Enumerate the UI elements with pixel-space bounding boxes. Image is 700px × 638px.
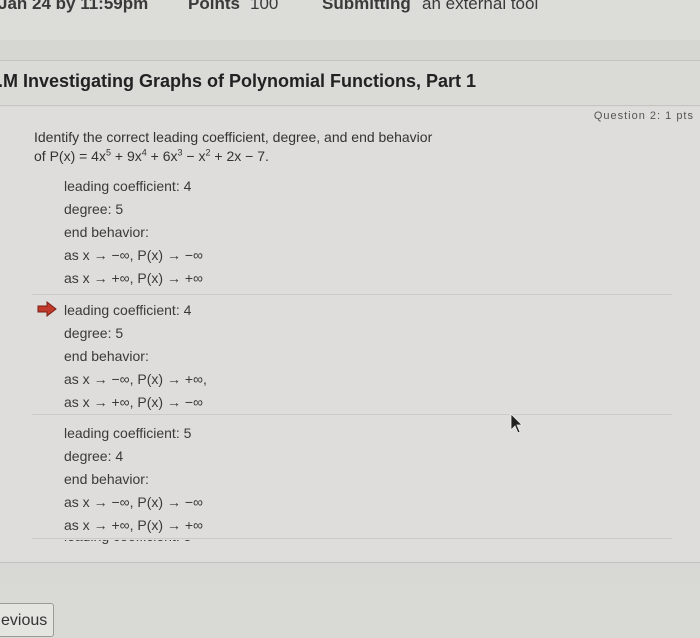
page-title: .M Investigating Graphs of Polynomial Fu…: [0, 71, 477, 91]
option-degree: degree: 5: [64, 325, 124, 341]
footer-band: [0, 562, 700, 591]
option-end-label: end behavior:: [64, 348, 149, 364]
option-degree: degree: 4: [64, 448, 124, 464]
due-date: Jan 24 by 11:59pm: [0, 0, 149, 13]
option-divider: [32, 294, 672, 295]
question-text: Identify the correct leading coefficient…: [34, 128, 494, 166]
option-end-label: end behavior:: [64, 224, 149, 240]
option-behavior-1: as x → −∞, P(x) → +∞,: [64, 371, 207, 387]
points-label: Points: [188, 0, 240, 13]
header-separator: [0, 40, 700, 60]
option-leading: leading coefficient: 4: [64, 302, 192, 318]
answer-option-2[interactable]: leading coefficient: 4 degree: 5 end beh…: [64, 299, 207, 414]
selected-answer-arrow-icon: [37, 301, 57, 317]
option-behavior-1: as x → −∞, P(x) → −∞: [64, 247, 203, 263]
previous-button[interactable]: evious: [0, 603, 54, 637]
assignment-header: Jan 24 by 11:59pm Points 100 Submitting …: [0, 0, 700, 41]
answer-option-4-partial[interactable]: leading coefficient: 5: [64, 540, 191, 551]
answer-option-1[interactable]: leading coefficient: 4 degree: 5 end beh…: [64, 175, 203, 290]
points-value: 100: [250, 0, 279, 13]
option-divider: [32, 414, 672, 415]
option-leading: leading coefficient: 4: [64, 178, 192, 194]
option-divider: [32, 538, 672, 539]
option-leading: leading coefficient: 5: [64, 540, 191, 548]
option-leading: leading coefficient: 5: [64, 425, 192, 441]
answer-option-3[interactable]: leading coefficient: 5 degree: 4 end beh…: [64, 422, 203, 537]
submitting-label: Submitting: [322, 0, 411, 13]
option-behavior-1: as x → −∞, P(x) → −∞: [64, 494, 203, 510]
option-end-label: end behavior:: [64, 471, 149, 487]
question-line-2: of P(x) = 4x5 + 9x4 + 6x3 − x2 + 2x − 7.: [34, 147, 269, 164]
option-behavior-2: as x → +∞, P(x) → −∞: [64, 394, 203, 410]
submitting-value: an external tool: [422, 0, 539, 13]
option-behavior-2: as x → +∞, P(x) → +∞: [64, 517, 203, 533]
option-degree: degree: 5: [64, 201, 124, 217]
question-number: Question 2: 1 pts: [593, 110, 694, 122]
mouse-cursor-icon: [510, 413, 523, 434]
question-line-1: Identify the correct leading coefficient…: [34, 129, 433, 145]
option-behavior-2: as x → +∞, P(x) → +∞: [64, 270, 203, 286]
